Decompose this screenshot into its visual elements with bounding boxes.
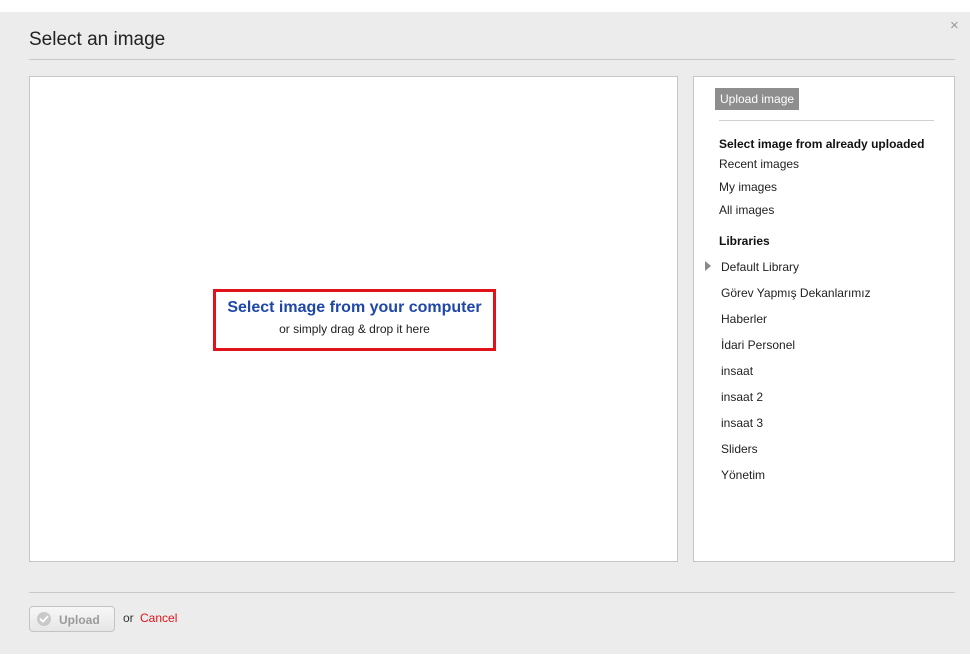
recent-images-link[interactable]: Recent images <box>719 157 799 171</box>
expand-arrow-icon[interactable] <box>705 261 711 271</box>
select-image-dialog: Select an image × Select image from your… <box>0 12 970 654</box>
upload-button[interactable]: Upload <box>29 606 115 632</box>
check-circle-icon <box>37 612 51 626</box>
side-panel-divider <box>719 120 934 121</box>
library-item-yonetim[interactable]: Yönetim <box>721 468 765 482</box>
my-images-link[interactable]: My images <box>719 180 777 194</box>
library-item-insaat[interactable]: insaat <box>721 364 753 378</box>
cancel-link[interactable]: Cancel <box>140 611 177 625</box>
drag-drop-hint: or simply drag & drop it here <box>279 322 430 336</box>
dialog-title: Select an image <box>29 29 166 50</box>
image-source-panel: Upload image Select image from already u… <box>693 76 955 562</box>
or-text: or <box>123 611 134 625</box>
title-divider <box>29 59 955 60</box>
library-item-default[interactable]: Default Library <box>721 260 799 274</box>
upload-button-label: Upload <box>59 613 100 627</box>
library-item-idari-personel[interactable]: İdari Personel <box>721 338 795 352</box>
select-from-computer-label[interactable]: Select image from your computer <box>216 299 493 317</box>
footer-divider <box>29 592 955 593</box>
close-icon[interactable]: × <box>950 18 959 33</box>
library-item-insaat-3[interactable]: insaat 3 <box>721 416 763 430</box>
libraries-heading: Libraries <box>719 234 770 248</box>
already-uploaded-heading: Select image from already uploaded <box>719 137 925 151</box>
library-item-gorev-yapmis-dekanlarimiz[interactable]: Görev Yapmış Dekanlarımız <box>721 286 871 300</box>
library-item-insaat-2[interactable]: insaat 2 <box>721 390 763 404</box>
upload-image-tab[interactable]: Upload image <box>715 88 800 110</box>
select-from-computer-button[interactable]: Select image from your computer or simpl… <box>213 289 496 351</box>
library-item-sliders[interactable]: Sliders <box>721 442 758 456</box>
image-drop-zone[interactable]: Select image from your computer or simpl… <box>29 76 678 562</box>
all-images-link[interactable]: All images <box>719 203 774 217</box>
library-item-haberler[interactable]: Haberler <box>721 312 767 326</box>
